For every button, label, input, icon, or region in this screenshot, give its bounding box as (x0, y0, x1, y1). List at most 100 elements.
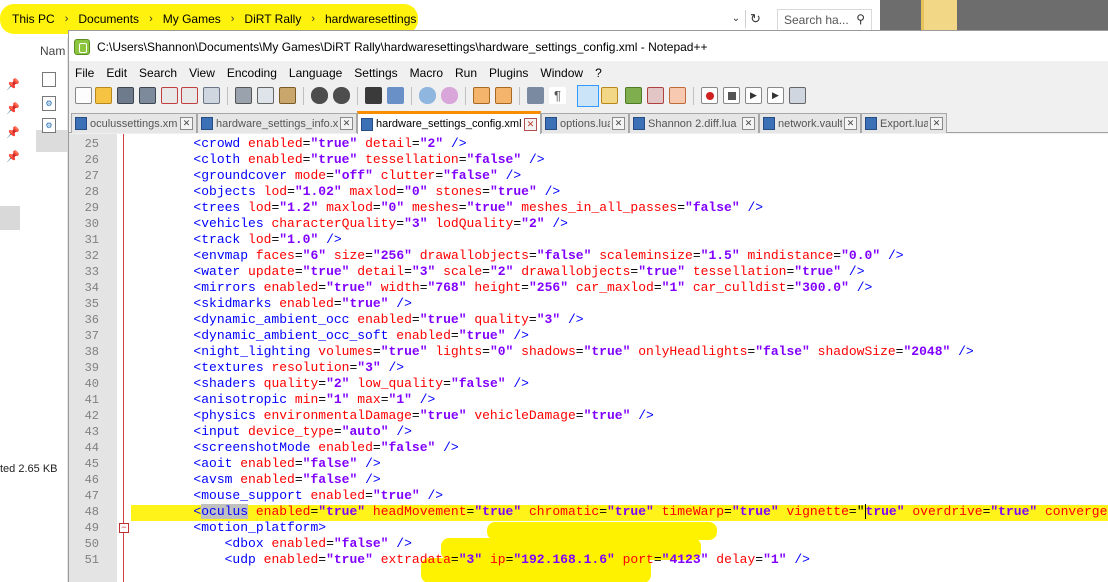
code-line[interactable]: 42 <physics environmentalDamage="true" v… (85, 408, 1108, 424)
code-line[interactable]: 31 <track lod="1.0" /> (85, 232, 1108, 248)
breadcrumb-documents[interactable]: Documents (76, 12, 141, 26)
pin-icon[interactable]: 📌 (6, 126, 20, 139)
column-header-name[interactable]: Nam (40, 44, 65, 58)
close-tab-icon[interactable]: ✕ (180, 117, 193, 130)
selected-file-row[interactable] (36, 130, 68, 152)
nav-selected-strip[interactable] (0, 206, 20, 230)
code-line[interactable]: 28 <objects lod="1.02" maxlod="0" stones… (85, 184, 1108, 200)
code-line[interactable]: 39 <textures resolution="3" /> (85, 360, 1108, 376)
settings-file-icon[interactable]: ⚙ (42, 118, 56, 133)
code-line[interactable]: 33 <water update="true" detail="3" scale… (85, 264, 1108, 280)
settings-file-icon[interactable]: ⚙ (42, 96, 56, 111)
tab-shannon-diff[interactable]: Shannon 2.diff.lua ✕ (629, 113, 759, 133)
close-tab-icon[interactable]: ✕ (340, 117, 353, 130)
breadcrumb-dirt-rally[interactable]: DiRT Rally (242, 12, 303, 26)
code-line[interactable]: 47 <mouse_support enabled="true" /> (85, 488, 1108, 504)
record-macro-icon[interactable] (701, 87, 718, 104)
sync-vertical-icon[interactable] (473, 87, 490, 104)
close-tab-icon[interactable]: ✕ (612, 117, 625, 130)
close-file-icon[interactable] (161, 87, 178, 104)
code-line[interactable]: 26 <cloth enabled="true" tessellation="f… (85, 152, 1108, 168)
code-line[interactable]: 27 <groundcover mode="off" clutter="fals… (85, 168, 1108, 184)
copy-icon[interactable] (257, 87, 274, 104)
stop-macro-icon[interactable] (723, 87, 740, 104)
tab-oculussettings[interactable]: oculussettings.xml ✕ (71, 113, 197, 133)
run-macro-multiple-icon[interactable]: ▶ (767, 87, 784, 104)
play-macro-icon[interactable]: ▶ (745, 87, 762, 104)
chevron-right-icon[interactable]: › (223, 13, 243, 25)
breadcrumb-my-games[interactable]: My Games (161, 12, 223, 26)
code-line[interactable]: 44 <screenshotMode enabled="false" /> (85, 440, 1108, 456)
code-line[interactable]: 45 <aoit enabled="false" /> (85, 456, 1108, 472)
explorer-search-input[interactable]: Search ha... ⚲ (777, 9, 872, 31)
close-tab-icon[interactable]: ✕ (844, 117, 857, 130)
tab-network-vault[interactable]: network.vault ✕ (759, 113, 861, 133)
cut-icon[interactable] (235, 87, 252, 104)
save-macro-icon[interactable] (789, 87, 806, 104)
refresh-icon[interactable]: ↻ (745, 10, 765, 28)
tab-options-lua[interactable]: options.lua ✕ (541, 113, 629, 133)
folder-as-workspace-icon[interactable] (669, 87, 686, 104)
pin-icon[interactable]: 📌 (6, 78, 20, 91)
menu-encoding[interactable]: Encoding (221, 66, 283, 80)
title-bar[interactable]: C:\Users\Shannon\Documents\My Games\DiRT… (69, 31, 1108, 61)
find-icon[interactable] (365, 87, 382, 104)
menu-window[interactable]: Window (534, 66, 589, 80)
code-line[interactable]: 49 − <motion_platform> (85, 520, 1108, 536)
show-all-characters-icon[interactable]: ¶ (549, 87, 566, 104)
menu-edit[interactable]: Edit (100, 66, 133, 80)
zoom-in-icon[interactable] (419, 87, 436, 104)
chevron-right-icon[interactable]: › (57, 13, 77, 25)
udl-icon[interactable] (601, 87, 618, 104)
redo-icon[interactable] (333, 87, 350, 104)
code-line[interactable]: 43 <input device_type="auto" /> (85, 424, 1108, 440)
code-line[interactable]: 29 <trees lod="1.2" maxlod="0" meshes="t… (85, 200, 1108, 216)
code-line[interactable]: 34 <mirrors enabled="true" width="768" h… (85, 280, 1108, 296)
close-tab-icon[interactable]: ✕ (742, 117, 755, 130)
menu-help[interactable]: ? (589, 66, 608, 80)
menu-language[interactable]: Language (283, 66, 348, 80)
code-line[interactable]: 40 <shaders quality="2" low_quality="fal… (85, 376, 1108, 392)
code-line[interactable]: 50 <dbox enabled="false" /> (85, 536, 1108, 552)
paste-icon[interactable] (279, 87, 296, 104)
menu-file[interactable]: File (69, 66, 100, 80)
indent-guide-icon[interactable] (577, 85, 599, 107)
menu-plugins[interactable]: Plugins (483, 66, 534, 80)
code-lines[interactable]: 25 <crowd enabled="true" detail="2" /> 26… (85, 136, 1108, 568)
close-tab-icon[interactable]: ✕ (930, 117, 943, 130)
pin-icon[interactable]: 📌 (6, 102, 20, 115)
menu-search[interactable]: Search (133, 66, 183, 80)
close-tab-icon[interactable]: ✕ (524, 117, 537, 131)
breadcrumb-this-pc[interactable]: This PC (10, 12, 57, 26)
tab-export-lua[interactable]: Export.lua ✕ (861, 113, 947, 133)
menu-view[interactable]: View (183, 66, 221, 80)
code-line[interactable]: 30 <vehicles characterQuality="3" lodQua… (85, 216, 1108, 232)
zoom-out-icon[interactable] (441, 87, 458, 104)
code-line[interactable]: 38 <night_lighting volumes="true" lights… (85, 344, 1108, 360)
fold-toggle-icon[interactable]: − (119, 523, 129, 533)
code-line[interactable]: 37 <dynamic_ambient_occ_soft enabled="tr… (85, 328, 1108, 344)
code-line[interactable]: 46 <avsm enabled="false" /> (85, 472, 1108, 488)
tab-hardware-settings-info[interactable]: hardware_settings_info.xml ✕ (197, 113, 357, 133)
file-icon[interactable] (42, 72, 56, 87)
document-map-icon[interactable] (625, 87, 642, 104)
menu-macro[interactable]: Macro (404, 66, 449, 80)
fold-margin[interactable] (117, 134, 131, 582)
tab-hardware-settings-config[interactable]: hardware_settings_config.xml ✕ (357, 111, 541, 134)
code-line[interactable]: 41 <anisotropic min="1" max="1" /> (85, 392, 1108, 408)
breadcrumb-hardwaresettings[interactable]: hardwaresettings (323, 12, 418, 26)
menu-run[interactable]: Run (449, 66, 483, 80)
chevron-right-icon[interactable]: › (303, 13, 323, 25)
code-line[interactable]: 36 <dynamic_ambient_occ enabled="true" q… (85, 312, 1108, 328)
code-line[interactable]: 51 <udp enabled="true" extradata="3" ip=… (85, 552, 1108, 568)
word-wrap-icon[interactable] (527, 87, 544, 104)
menu-settings[interactable]: Settings (348, 66, 403, 80)
code-line[interactable]: 48 <oculus enabled="true" headMovement="… (85, 504, 1108, 520)
save-icon[interactable] (117, 87, 134, 104)
pin-icon[interactable]: 📌 (6, 150, 20, 163)
new-file-icon[interactable] (75, 87, 92, 104)
replace-icon[interactable] (387, 87, 404, 104)
chevron-right-icon[interactable]: › (141, 13, 161, 25)
print-icon[interactable] (203, 87, 220, 104)
function-list-icon[interactable] (647, 87, 664, 104)
